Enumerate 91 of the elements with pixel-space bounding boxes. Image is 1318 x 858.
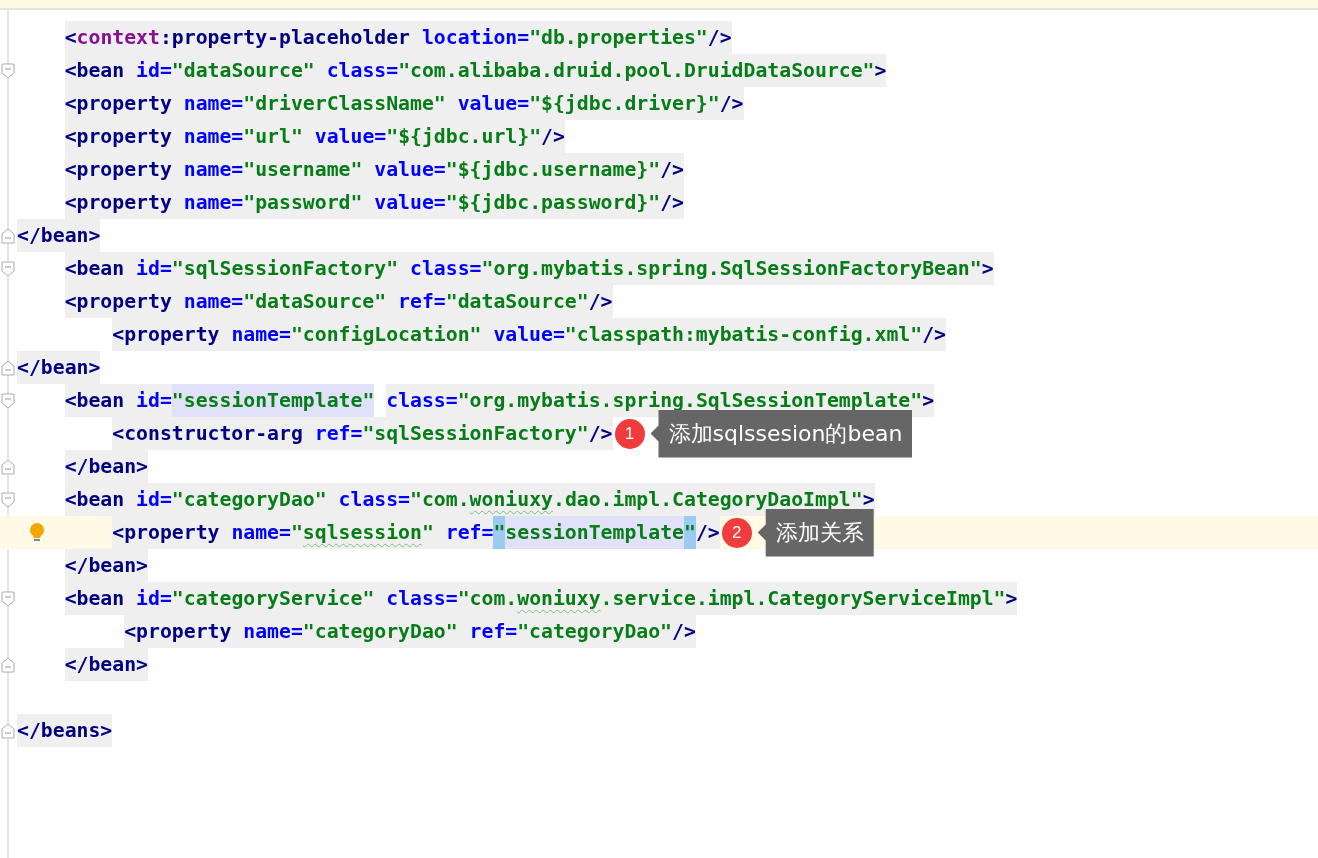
attribute-value: "classpath:mybatis-config.xml" [564,318,923,351]
attribute-value: "categoryService" [171,582,387,615]
attribute-value: " [493,516,506,549]
fold-icon[interactable] [1,657,15,673]
attribute-name: value= [493,318,565,351]
fold-icon[interactable] [1,261,15,277]
lightbulb-icon[interactable] [28,522,46,544]
xml-tag: /> [660,153,684,186]
attribute-name: id= [136,252,172,285]
attribute-value: "com.alibaba.druid.pool.DruidDataSource" [398,54,875,87]
attribute-value: "url" [243,120,315,153]
attribute-name: name= [183,153,244,186]
xml-tag: /> [541,120,565,153]
xml-tag: /> [922,318,946,351]
attribute-name: class= [410,252,482,285]
xml-tag: /> [672,615,696,648]
attribute-value: "sqlSessionFactory" [171,252,411,285]
attribute-value: "com. [410,483,470,516]
attribute-value: "${jdbc.password}" [445,186,661,219]
attribute-name: name= [183,120,244,153]
attribute-name: name= [183,285,244,318]
attribute-name: ref= [445,516,494,549]
attribute-name: name= [231,318,291,351]
attribute-name: ref= [398,285,446,318]
xml-tag: < [17,21,77,54]
attribute-name: class= [338,483,411,516]
attribute-value: "password" [243,186,375,219]
attribute-name: name= [231,516,291,549]
attribute-value: "categoryDao" [302,615,470,648]
attribute-value: "username" [243,153,375,186]
xml-tag: :property-placeholder [159,21,422,54]
attribute-value: "dataSource" [243,285,399,318]
number-badge: 2 [721,517,752,548]
attribute-name: class= [386,582,458,615]
attribute-name: id= [136,582,172,615]
attribute-name: name= [183,186,244,219]
fold-icon[interactable] [1,492,15,508]
xml-namespace: context [76,21,160,54]
attribute-name: value= [374,153,446,186]
attribute-value: "org.mybatis.spring.SqlSessionFactoryBean" [481,252,982,285]
number-badge: 1 [614,418,645,449]
xml-tag: </bean> [17,351,101,384]
attribute-name: value= [314,120,387,153]
attribute-value: "categoryDao" [171,483,339,516]
attribute-value: woniuxy [517,582,601,615]
attribute-value: "${jdbc.driver}" [529,87,720,120]
xml-tag: /> [719,87,744,120]
attribute-name: class= [326,54,399,87]
xml-tag: </beans> [17,714,113,747]
attribute-value: .service.impl.CategoryServiceImpl" [600,582,1006,615]
xml-tag: /> [707,21,732,54]
attribute-value: "sqlSessionFactory" [362,417,589,450]
attribute-value: "${jdbc.url}" [386,120,542,153]
xml-tag: /> [660,186,684,219]
attribute-name: value= [457,87,530,120]
fold-icon[interactable] [1,459,15,475]
attribute-name: value= [374,186,446,219]
annotation-tooltip: 添加sqlssesion的bean [650,409,913,458]
attribute-value: sessionTemplate [505,516,684,549]
attribute-name: id= [136,384,172,417]
xml-tag: </bean> [17,219,101,252]
attribute-name: ref= [314,417,363,450]
attribute-value: "${jdbc.username}" [445,153,661,186]
fold-icon[interactable] [1,63,15,79]
attribute-name: location= [421,21,530,54]
attribute-name: name= [183,87,244,120]
attribute-value: "db.properties" [529,21,708,54]
attribute-value: woniuxy [469,483,553,516]
fold-icon[interactable] [1,360,15,376]
fold-icon[interactable] [1,591,15,607]
attribute-value: "configLocation" [290,318,494,351]
attribute-name: ref= [469,615,518,648]
attribute-value: "sessionTemplate" [171,384,375,417]
attribute-name: id= [136,483,172,516]
fold-icon[interactable] [1,723,15,739]
xml-tag: > [922,384,935,417]
xml-tag: /> [588,417,613,450]
xml-tag: /> [588,285,613,318]
attribute-name: name= [243,615,303,648]
attribute-value: "dataSource" [171,54,327,87]
xml-tag: /> [695,516,720,549]
fold-icon[interactable] [1,228,15,244]
attribute-value: "com. [457,582,518,615]
attribute-value: "driverClassName" [243,87,458,120]
fold-icon[interactable] [1,393,15,409]
attribute-value: "categoryDao" [517,615,673,648]
attribute-value: .dao.impl.CategoryDaoImpl" [552,483,863,516]
attribute-value: " [421,516,446,549]
attribute-value: sqlsession [302,516,422,549]
attribute-name: id= [136,54,172,87]
attribute-value: "dataSource" [445,285,589,318]
